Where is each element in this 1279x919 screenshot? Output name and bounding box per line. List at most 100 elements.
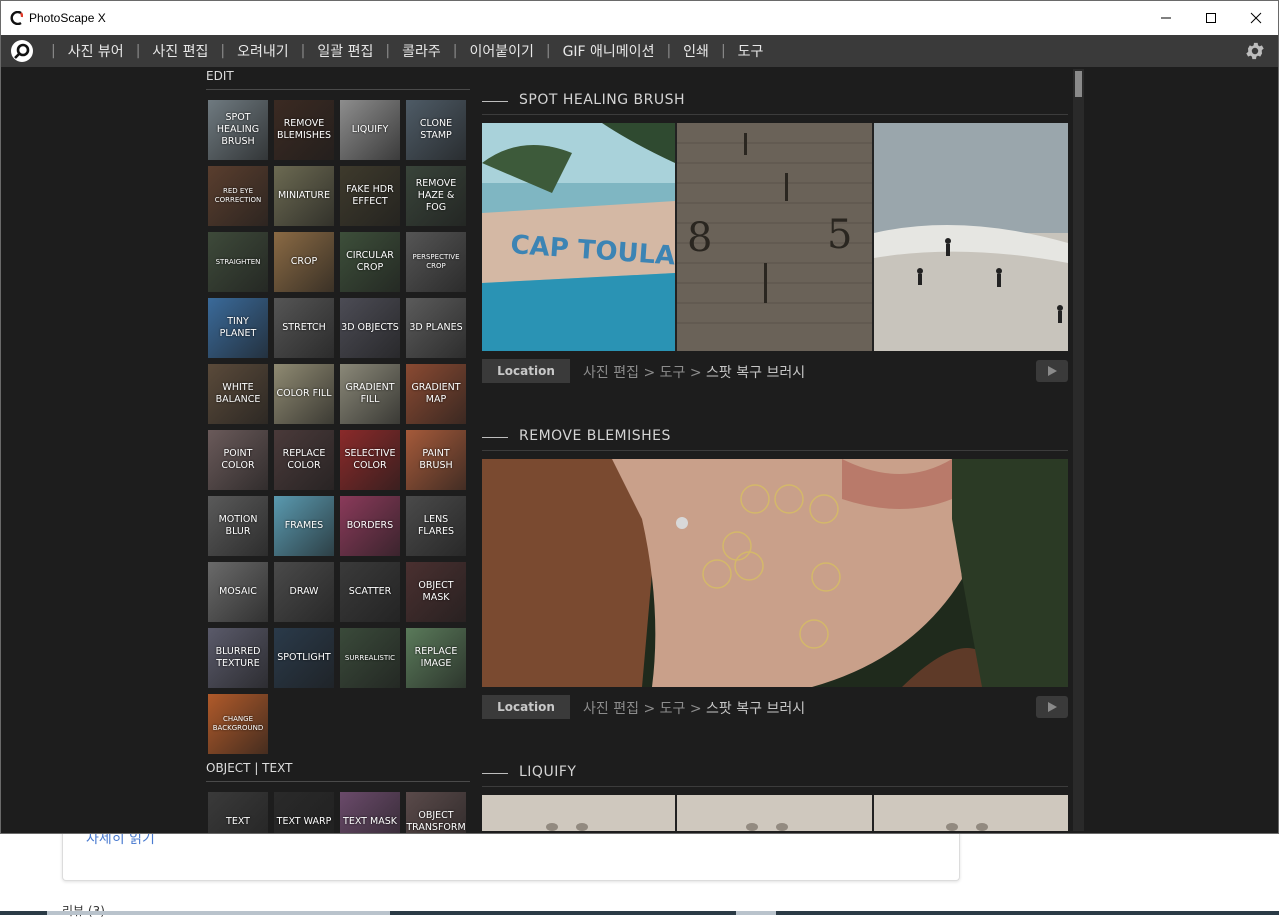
play-icon (1048, 702, 1057, 712)
tool-tile[interactable]: CLONE STAMP (406, 100, 466, 160)
tool-tile[interactable]: SURREALISTIC (340, 628, 400, 688)
menu-separator: | (452, 43, 458, 59)
edit-tool-grid: SPOT HEALING BRUSH REMOVE BLEMISHES LIQUIF… (208, 100, 466, 754)
menu-separator: | (135, 43, 141, 59)
tool-tile[interactable]: SPOTLIGHT (274, 628, 334, 688)
tool-tile[interactable]: OBJECT MASK (406, 562, 466, 622)
tool-tile[interactable]: PERSPECTIVE CROP (406, 232, 466, 292)
header-dash (482, 101, 508, 102)
location-button[interactable]: Location (482, 359, 570, 383)
window-title: PhotoScape X (29, 11, 106, 25)
location-button[interactable]: Location (482, 695, 570, 719)
tool-tile[interactable]: TEXT WARP (274, 792, 334, 833)
tool-tile[interactable]: FAKE HDR EFFECT (340, 166, 400, 226)
menu-separator: | (666, 43, 672, 59)
minimize-button[interactable] (1143, 1, 1189, 35)
tool-tile[interactable]: REPLACE IMAGE (406, 628, 466, 688)
tool-tile[interactable]: REMOVE BLEMISHES (274, 100, 334, 160)
tool-tile[interactable]: GRADIENT FILL (340, 364, 400, 424)
tool-tile[interactable]: BORDERS (340, 496, 400, 556)
tool-tile[interactable]: CROP (274, 232, 334, 292)
menu-item[interactable]: 사진 뷰어 (62, 41, 130, 61)
tool-tile[interactable]: LIQUIFY (340, 100, 400, 160)
feature-header: SPOT HEALING BRUSH (482, 92, 1068, 112)
tool-tile[interactable]: COLOR FILL (274, 364, 334, 424)
main-menu-bar: | 사진 뷰어 | 사진 편집 | 오려내기 | 일괄 편집 | 콜라주 | 이어붙이기 | GIF 애니… (1, 35, 1278, 67)
menu-item[interactable]: GIF 애니메이션 (557, 41, 661, 61)
menu-separator: | (385, 43, 391, 59)
tool-tile[interactable]: SCATTER (340, 562, 400, 622)
tool-tile[interactable]: MOSAIC (208, 562, 268, 622)
feature-title: REMOVE BLEMISHES (519, 428, 671, 444)
liquify-preview-image (482, 795, 1068, 831)
tool-tile[interactable]: WHITE BALANCE (208, 364, 268, 424)
path-segment: 도구 (659, 701, 686, 717)
tool-tile[interactable]: POINT COLOR (208, 430, 268, 490)
path-segment: 스팟 복구 브러시 (706, 365, 806, 381)
tool-tile[interactable]: TINY PLANET (208, 298, 268, 358)
object-tool-grid: TEXT TEXT WARP TEXT MASK OBJECT TRANSFORM (208, 792, 466, 833)
maximize-icon (1206, 13, 1216, 23)
tool-tile[interactable]: SELECTIVE COLOR (340, 430, 400, 490)
play-video-button[interactable] (1036, 696, 1068, 718)
tool-tile[interactable]: REPLACE COLOR (274, 430, 334, 490)
menu-separator: | (51, 43, 56, 59)
maximize-button[interactable] (1188, 1, 1234, 35)
menu-item[interactable]: 이어붙이기 (463, 41, 539, 61)
scrollbar-track[interactable] (1073, 69, 1084, 831)
tool-tile[interactable]: TEXT (208, 792, 268, 833)
tool-tile[interactable]: OBJECT TRANSFORM (406, 792, 466, 833)
menu-item[interactable]: 사진 편집 (146, 41, 214, 61)
tool-tile[interactable]: RED EYE CORRECTION (208, 166, 268, 226)
minimize-icon (1161, 17, 1171, 19)
tool-tile[interactable]: STRAIGHTEN (208, 232, 268, 292)
tool-tile[interactable]: 3D OBJECTS (340, 298, 400, 358)
taskbar-strip (0, 911, 1279, 915)
taskbar-segment (47, 911, 390, 915)
close-button[interactable] (1233, 1, 1278, 35)
menu-item[interactable]: 인쇄 (677, 41, 715, 61)
menu-item[interactable]: 오려내기 (231, 41, 295, 61)
path-segment: 스팟 복구 브러시 (706, 701, 806, 717)
location-path: 사진 편집 > 도구 > 스팟 복구 브러시 (583, 362, 805, 382)
feature-header: REMOVE BLEMISHES (482, 428, 1068, 448)
tool-tile[interactable]: REMOVE HAZE & FOG (406, 166, 466, 226)
location-path: 사진 편집 > 도구 > 스팟 복구 브러시 (583, 698, 805, 718)
tool-tile[interactable]: DRAW (274, 562, 334, 622)
menu-item[interactable]: 일괄 편집 (311, 41, 379, 61)
home-logo-button[interactable] (11, 40, 33, 62)
object-text-section-title: OBJECT | TEXT (206, 761, 293, 775)
taskbar-segment (736, 911, 776, 915)
menu-item[interactable]: 콜라주 (396, 41, 447, 61)
tool-tile[interactable]: TEXT MASK (340, 792, 400, 833)
tool-tile[interactable]: LENS FLARES (406, 496, 466, 556)
scrollbar-thumb[interactable] (1075, 71, 1082, 97)
gear-icon[interactable] (1244, 40, 1266, 62)
feature-divider (482, 450, 1068, 451)
chevron-right-icon: > (643, 701, 660, 717)
svg-text:8: 8 (687, 215, 712, 261)
section-divider (206, 781, 470, 782)
tool-tile[interactable]: MINIATURE (274, 166, 334, 226)
feature-title: LIQUIFY (519, 764, 577, 780)
edit-section-title: EDIT (206, 69, 234, 83)
feature-divider (482, 114, 1068, 115)
tool-tile[interactable]: GRADIENT MAP (406, 364, 466, 424)
tool-tile[interactable]: SPOT HEALING BRUSH (208, 100, 268, 160)
tool-tile[interactable]: FRAMES (274, 496, 334, 556)
tool-tile[interactable]: MOTION BLUR (208, 496, 268, 556)
tool-tile[interactable]: CIRCULAR CROP (340, 232, 400, 292)
tool-tile[interactable]: BLURRED TEXTURE (208, 628, 268, 688)
play-video-button[interactable] (1036, 360, 1068, 382)
menu-item[interactable]: 도구 (732, 41, 770, 61)
tool-tile[interactable]: 3D PLANES (406, 298, 466, 358)
path-segment: 도구 (659, 365, 686, 381)
chevron-right-icon: > (643, 365, 660, 381)
tool-tile[interactable]: STRETCH (274, 298, 334, 358)
remove-blemishes-preview-image (482, 459, 1068, 687)
path-segment: 사진 편집 (583, 701, 639, 717)
tool-tile[interactable]: PAINT BRUSH (406, 430, 466, 490)
chevron-right-icon: > (689, 701, 707, 717)
play-icon (1048, 366, 1057, 376)
tool-tile[interactable]: CHANGE BACKGROUND (208, 694, 268, 754)
